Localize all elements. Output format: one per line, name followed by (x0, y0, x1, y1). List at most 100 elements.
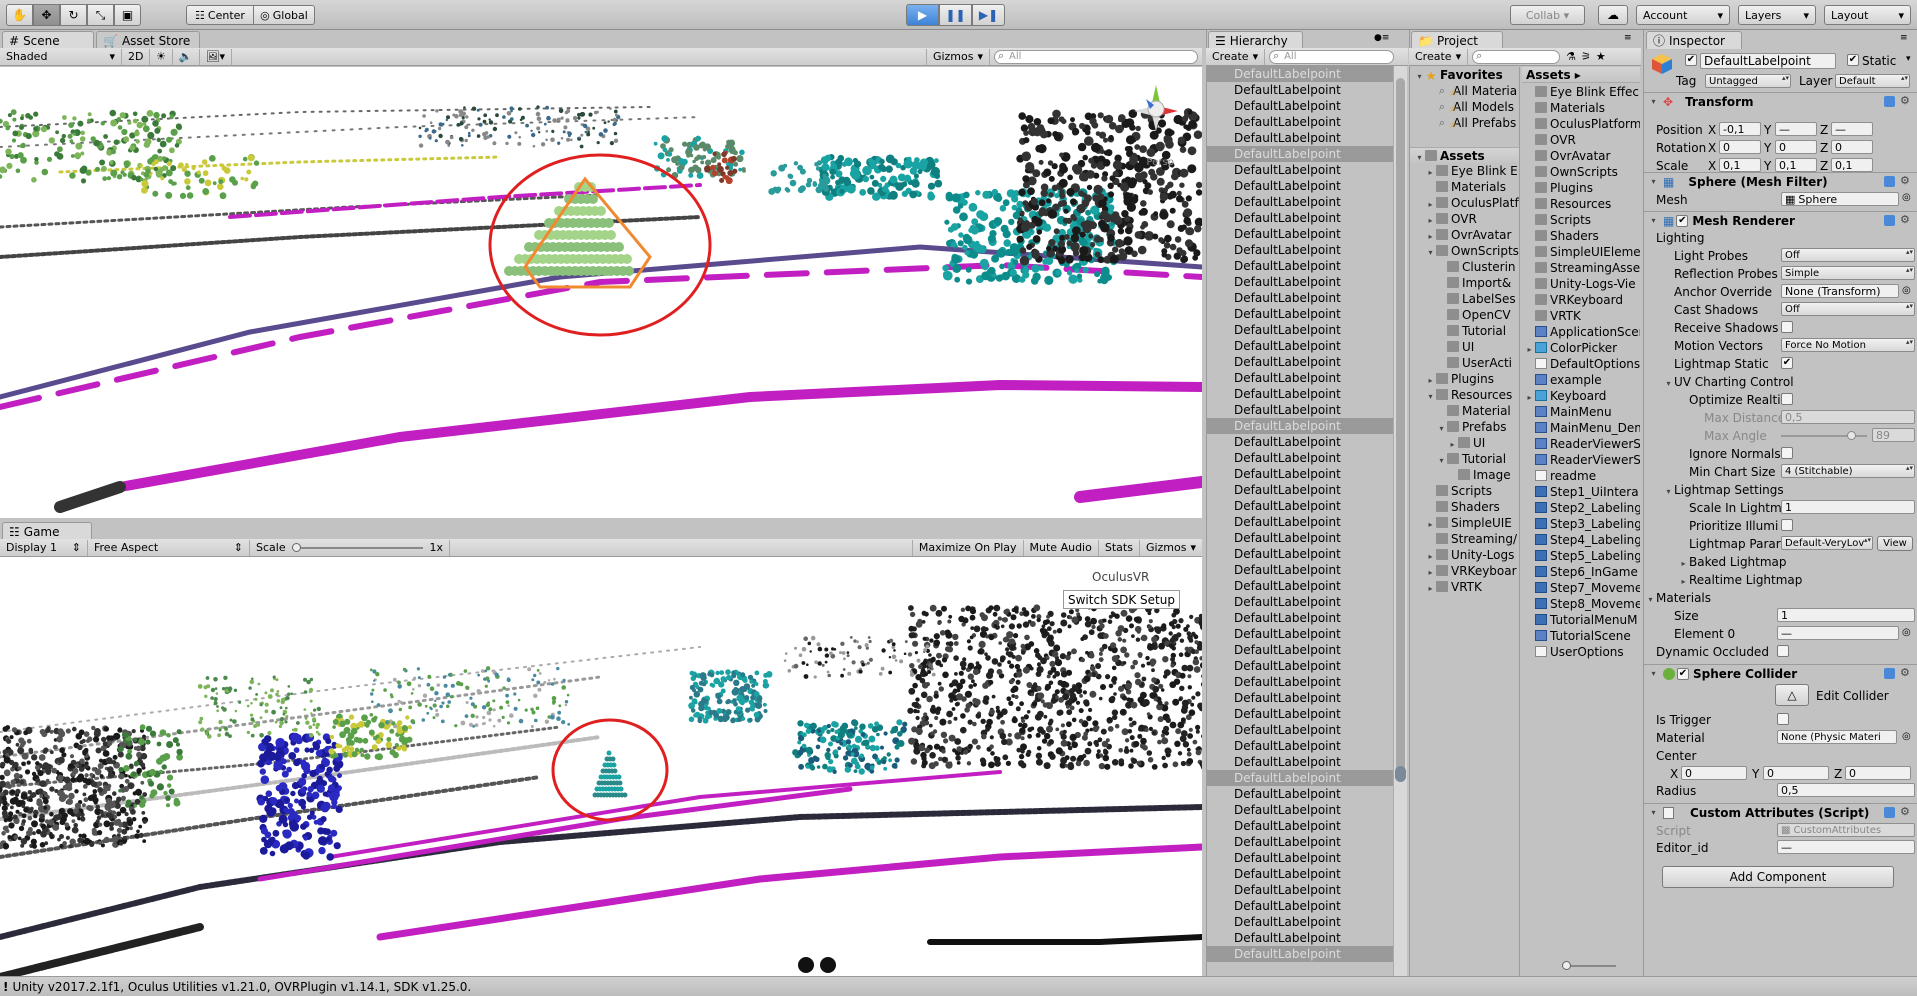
sphere-collider-enabled-checkbox[interactable]: ✔ (1677, 667, 1689, 680)
scene-orientation-gizmo[interactable] (1128, 81, 1184, 137)
asset-item[interactable]: Step4_Labeling (1522, 532, 1640, 548)
project-folder-item[interactable]: ▸ VRTK (1410, 579, 1519, 595)
lightmap-settings-row[interactable]: ▾ Lightmap Settings (1663, 483, 1783, 497)
hand-tool-icon[interactable]: ✋ (6, 4, 33, 26)
display-dropdown[interactable]: Display 1 ⇕ (0, 539, 88, 556)
project-folder-item[interactable]: Streaming/ (1410, 531, 1519, 547)
rotation-x-axis-label[interactable]: X (1708, 141, 1716, 155)
baked-row[interactable]: ▸ Baked Lightmap (1678, 555, 1786, 569)
hierarchy-item[interactable]: DefaultLabelpoint (1206, 370, 1393, 386)
fold-open-icon[interactable]: ▾ (1414, 150, 1425, 163)
hierarchy-item[interactable]: DefaultLabelpoint (1206, 594, 1393, 610)
receive-shadows-checkbox[interactable] (1781, 321, 1793, 333)
center-x-field[interactable]: 0 (1681, 766, 1747, 780)
fold-open-icon[interactable]: ▾ (1425, 245, 1436, 259)
hierarchy-item[interactable]: DefaultLabelpoint (1206, 690, 1393, 706)
hierarchy-item[interactable]: DefaultLabelpoint (1206, 354, 1393, 370)
asset-item[interactable]: Step5_Labeling (1522, 548, 1640, 564)
reflection-probes-dropdown[interactable]: Simple (1781, 266, 1915, 280)
hierarchy-item[interactable]: DefaultLabelpoint (1206, 194, 1393, 210)
help-book-icon[interactable] (1884, 668, 1895, 679)
scale-x-axis-label[interactable]: X (1708, 159, 1716, 173)
fold-closed-icon[interactable]: ▸ (1524, 342, 1535, 356)
asset-item[interactable]: OvrAvatar (1522, 148, 1640, 164)
project-folder-item[interactable]: ▸ OVR (1410, 211, 1519, 227)
project-folder-item[interactable]: ▸ VRKeyboar (1410, 563, 1519, 579)
asset-item[interactable]: ▸ ColorPicker (1522, 340, 1640, 356)
asset-item[interactable]: StreamingAsse (1522, 260, 1640, 276)
play-button[interactable]: ▶ (906, 4, 939, 26)
filter-label-icon[interactable]: ⚞ (1581, 50, 1591, 63)
hierarchy-item[interactable]: DefaultLabelpoint (1206, 402, 1393, 418)
optimize-checkbox[interactable] (1781, 393, 1793, 405)
object-picker-icon[interactable]: ◎ (1902, 285, 1911, 296)
asset-item[interactable]: Step1_UiIntera (1522, 484, 1640, 500)
custom-attributes-header[interactable]: ▾ Custom Attributes (Script) (1644, 803, 1917, 821)
hierarchy-item[interactable]: DefaultLabelpoint (1206, 434, 1393, 450)
asset-item[interactable]: OVR (1522, 132, 1640, 148)
tab-inspector[interactable]: ⓘ Inspector (1646, 31, 1742, 49)
scene-gizmos-dropdown[interactable]: Gizmos ▾ (925, 48, 990, 65)
min-chart-dropdown[interactable]: 4 (Stitchable) (1781, 464, 1915, 478)
icon-size-slider[interactable] (1562, 961, 1616, 970)
hierarchy-item[interactable]: DefaultLabelpoint (1206, 146, 1393, 162)
ignore-normals-checkbox[interactable] (1781, 447, 1793, 459)
active-checkbox[interactable]: ✔ (1685, 54, 1697, 66)
project-folder-item[interactable]: Clusterin (1410, 259, 1519, 275)
project-folder-item[interactable]: Materials (1410, 179, 1519, 195)
rotation-z-field[interactable]: 0 (1831, 140, 1873, 154)
fold-closed-icon[interactable]: ▸ (1425, 165, 1436, 179)
account-dropdown[interactable]: Account ▾ (1636, 5, 1730, 25)
rotate-tool-icon[interactable]: ↻ (60, 4, 87, 26)
filter-type-icon[interactable]: ⚗ (1566, 50, 1576, 63)
anchor-override-field[interactable]: None (Transform) (1781, 284, 1899, 298)
pause-button[interactable]: ❚❚ (939, 4, 972, 26)
hierarchy-item[interactable]: DefaultLabelpoint (1206, 226, 1393, 242)
fold-open-icon[interactable]: ▾ (1663, 487, 1674, 496)
hierarchy-item[interactable]: DefaultLabelpoint (1206, 466, 1393, 482)
layout-dropdown[interactable]: Layout ▾ (1824, 5, 1911, 25)
asset-item[interactable]: UserOptions (1522, 644, 1640, 660)
hierarchy-item[interactable]: DefaultLabelpoint (1206, 530, 1393, 546)
hierarchy-item[interactable]: DefaultLabelpoint (1206, 290, 1393, 306)
edit-collider-button[interactable]: △ (1775, 684, 1809, 706)
gear-icon[interactable]: ⚙ (1900, 214, 1911, 225)
asset-item[interactable]: Plugins (1522, 180, 1640, 196)
help-book-icon[interactable] (1884, 807, 1895, 818)
hierarchy-item[interactable]: DefaultLabelpoint (1206, 658, 1393, 674)
chevron-down-icon[interactable]: ▾ (1906, 54, 1911, 64)
hierarchy-item[interactable]: DefaultLabelpoint (1206, 722, 1393, 738)
hierarchy-item[interactable]: DefaultLabelpoint (1206, 322, 1393, 338)
project-favorite-item[interactable] (1410, 131, 1519, 147)
hierarchy-item[interactable]: DefaultLabelpoint (1206, 162, 1393, 178)
realtime-row[interactable]: ▸ Realtime Lightmap (1678, 573, 1802, 587)
project-folder-item[interactable]: Material (1410, 403, 1519, 419)
asset-item[interactable]: TutorialScene (1522, 628, 1640, 644)
hierarchy-item[interactable]: DefaultLabelpoint (1206, 674, 1393, 690)
panel-menu-icon[interactable]: ≡ (1624, 33, 1632, 43)
asset-item[interactable]: example (1522, 372, 1640, 388)
fold-closed-icon[interactable]: ▸ (1425, 549, 1436, 563)
hierarchy-item[interactable]: DefaultLabelpoint (1206, 930, 1393, 946)
hierarchy-item[interactable]: DefaultLabelpoint (1206, 866, 1393, 882)
icon-size-thumb[interactable] (1562, 961, 1571, 970)
asset-item[interactable]: Step2_Labeling (1522, 500, 1640, 516)
hierarchy-item[interactable]: DefaultLabelpoint (1206, 818, 1393, 834)
scene-search-input[interactable]: All (994, 49, 1198, 64)
object-picker-icon[interactable]: ◎ (1902, 627, 1911, 638)
asset-item[interactable]: ReaderViewerS (1522, 452, 1640, 468)
hierarchy-item[interactable]: DefaultLabelpoint (1206, 242, 1393, 258)
asset-item[interactable]: Eye Blink Effec (1522, 84, 1640, 100)
project-folder-item[interactable]: ▸ Unity-Logs (1410, 547, 1519, 563)
lighting-toggle-icon[interactable]: ☀ (150, 48, 173, 65)
hierarchy-item[interactable]: DefaultLabelpoint (1206, 786, 1393, 802)
stats-toggle[interactable]: Stats (1099, 539, 1140, 556)
asset-item[interactable]: Step8_Moveme (1522, 596, 1640, 612)
hierarchy-item[interactable]: DefaultLabelpoint (1206, 482, 1393, 498)
fold-closed-icon[interactable]: ▸ (1425, 229, 1436, 243)
prioritize-checkbox[interactable] (1781, 519, 1793, 531)
asset-item[interactable]: VRKeyboard (1522, 292, 1640, 308)
fold-closed-icon[interactable]: ▸ (1425, 373, 1436, 387)
asset-item[interactable]: Scripts (1522, 212, 1640, 228)
center-y-field[interactable]: 0 (1763, 766, 1829, 780)
